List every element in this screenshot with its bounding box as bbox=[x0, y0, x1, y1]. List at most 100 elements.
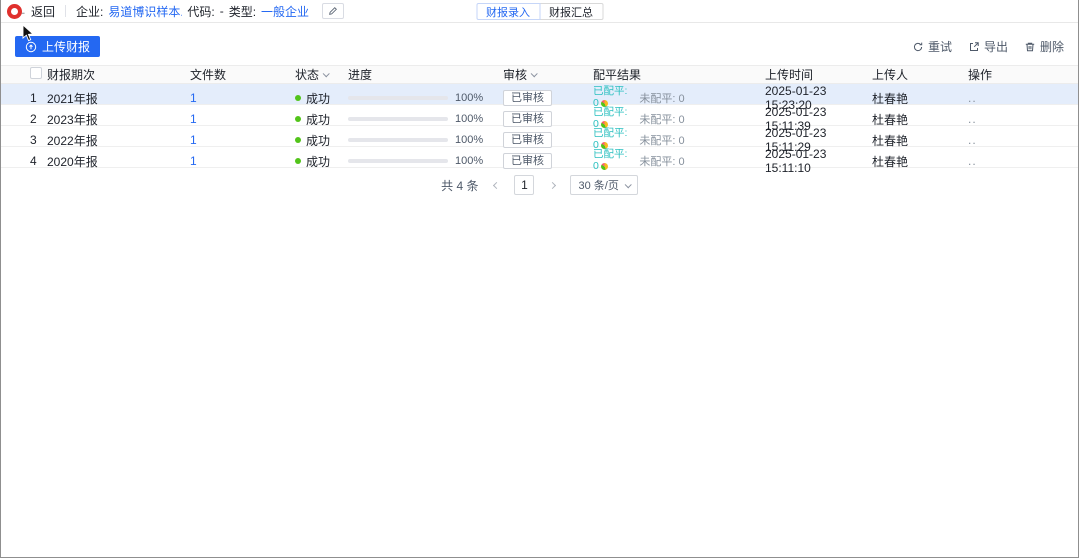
table-row[interactable]: 1 2021年报 1 成功 100% 已审核 已配平: 0 未配平: 0 202… bbox=[1, 84, 1078, 105]
progress-cell: 100% bbox=[348, 113, 503, 125]
tab-report-summary[interactable]: 财报汇总 bbox=[539, 3, 603, 20]
balanced-label: 已配平: bbox=[593, 127, 627, 139]
files-count-link[interactable]: 1 bbox=[190, 91, 197, 105]
col-progress: 进度 bbox=[348, 66, 503, 83]
col-uploader: 上传人 bbox=[872, 66, 968, 83]
row-index: 3 bbox=[11, 133, 47, 147]
audit-badge: 已审核 bbox=[503, 90, 552, 106]
unbalanced-block: 未配平: 0 bbox=[639, 90, 684, 106]
chevron-down-icon[interactable] bbox=[531, 70, 538, 77]
audit-badge: 已审核 bbox=[503, 111, 552, 127]
pagination: 共 4 条 1 30 条/页 bbox=[1, 175, 1078, 195]
col-op: 操作 bbox=[968, 66, 1068, 83]
unbalanced-label: 未配平: bbox=[639, 156, 675, 168]
col-files: 文件数 bbox=[190, 66, 295, 83]
mouse-cursor-icon bbox=[22, 24, 34, 42]
edit-company-button[interactable] bbox=[322, 3, 344, 19]
unbalanced-value: 0 bbox=[679, 114, 685, 126]
status-label: 成功 bbox=[306, 153, 330, 170]
balance-icon bbox=[601, 163, 608, 170]
success-dot-icon bbox=[295, 116, 301, 122]
view-tabs: 财报录入 财报汇总 bbox=[476, 3, 603, 20]
company-meta: 企业: 易道博识样本... 代码: - 类型: 一般企业 bbox=[76, 3, 344, 20]
status-cell: 成功 bbox=[295, 153, 348, 170]
row-actions-button[interactable]: .. bbox=[968, 112, 1068, 126]
balanced-value: 0 bbox=[593, 161, 599, 173]
page-size-value: 30 条/页 bbox=[578, 177, 618, 193]
period-cell: 2020年报 bbox=[47, 153, 190, 170]
success-dot-icon bbox=[295, 158, 301, 164]
row-actions-button[interactable]: .. bbox=[968, 154, 1068, 168]
progress-label: 100% bbox=[455, 155, 483, 167]
col-status-label: 状态 bbox=[295, 66, 319, 83]
export-button[interactable]: 导出 bbox=[968, 38, 1008, 55]
row-actions-button[interactable]: .. bbox=[968, 133, 1068, 147]
export-icon bbox=[968, 41, 980, 53]
retry-label: 重试 bbox=[928, 38, 952, 55]
col-audit-label: 审核 bbox=[503, 66, 527, 83]
balanced-label: 已配平: bbox=[593, 106, 627, 118]
company-name-link[interactable]: 易道博识样本... bbox=[108, 3, 182, 20]
recording-indicator bbox=[7, 4, 22, 19]
type-value-link[interactable]: 一般企业 bbox=[261, 3, 309, 20]
col-status: 状态 bbox=[295, 66, 348, 83]
audit-badge: 已审核 bbox=[503, 132, 552, 148]
balanced-label: 已配平: bbox=[593, 148, 627, 160]
table-header-row: 财报期次 文件数 状态 进度 审核 配平结果 上传时间 上传人 操作 bbox=[1, 65, 1078, 84]
total-count: 共 4 条 bbox=[441, 177, 478, 194]
table-row[interactable]: 4 2020年报 1 成功 100% 已审核 已配平: 0 未配平: 0 202… bbox=[1, 147, 1078, 168]
unbalanced-label: 未配平: bbox=[639, 114, 675, 126]
row-index: 2 bbox=[11, 112, 47, 126]
col-time: 上传时间 bbox=[765, 66, 872, 83]
current-page-button[interactable]: 1 bbox=[514, 175, 534, 195]
files-count-link[interactable]: 1 bbox=[190, 154, 197, 168]
uploader-name: 杜春艳 bbox=[872, 90, 968, 107]
chevron-down-icon bbox=[625, 181, 632, 188]
select-all-checkbox[interactable] bbox=[30, 67, 42, 79]
status-cell: 成功 bbox=[295, 90, 348, 107]
chevron-left-icon bbox=[493, 181, 500, 188]
success-dot-icon bbox=[295, 137, 301, 143]
table-row[interactable]: 3 2022年报 1 成功 100% 已审核 已配平: 0 未配平: 0 202… bbox=[1, 126, 1078, 147]
success-dot-icon bbox=[295, 95, 301, 101]
progress-cell: 100% bbox=[348, 134, 503, 146]
prev-page-button[interactable] bbox=[487, 176, 505, 194]
audit-badge: 已审核 bbox=[503, 153, 552, 169]
retry-button[interactable]: 重试 bbox=[912, 38, 952, 55]
unbalanced-block: 未配平: 0 bbox=[639, 132, 684, 148]
balanced-block: 已配平: 0 bbox=[593, 149, 627, 172]
chevron-right-icon bbox=[549, 181, 556, 188]
chevron-down-icon[interactable] bbox=[323, 70, 330, 77]
period-cell: 2021年报 bbox=[47, 90, 190, 107]
progress-label: 100% bbox=[455, 113, 483, 125]
row-actions-button[interactable]: .. bbox=[968, 91, 1068, 105]
unbalanced-value: 0 bbox=[679, 93, 685, 105]
export-label: 导出 bbox=[984, 38, 1008, 55]
col-balance: 配平结果 bbox=[593, 66, 765, 83]
upload-label: 上传财报 bbox=[42, 38, 90, 55]
upload-time: 2025-01-23 15:11:10 bbox=[765, 147, 872, 175]
col-audit: 审核 bbox=[503, 66, 593, 83]
progress-bar bbox=[348, 138, 448, 142]
app-window: ← 返回 企业: 易道博识样本... 代码: - 类型: 一般企业 财报录入 财… bbox=[0, 0, 1079, 558]
refresh-icon bbox=[912, 41, 924, 53]
table-row[interactable]: 2 2023年报 1 成功 100% 已审核 已配平: 0 未配平: 0 202… bbox=[1, 105, 1078, 126]
uploader-name: 杜春艳 bbox=[872, 111, 968, 128]
unbalanced-value: 0 bbox=[679, 156, 685, 168]
delete-button[interactable]: 删除 bbox=[1024, 38, 1064, 55]
unbalanced-label: 未配平: bbox=[639, 93, 675, 105]
period-cell: 2022年报 bbox=[47, 132, 190, 149]
company-label: 企业: bbox=[76, 3, 103, 20]
uploader-name: 杜春艳 bbox=[872, 132, 968, 149]
files-count-link[interactable]: 1 bbox=[190, 112, 197, 126]
back-label: 返回 bbox=[31, 3, 55, 20]
status-label: 成功 bbox=[306, 111, 330, 128]
status-cell: 成功 bbox=[295, 132, 348, 149]
tab-report-entry[interactable]: 财报录入 bbox=[476, 3, 540, 20]
next-page-button[interactable] bbox=[543, 176, 561, 194]
files-count-link[interactable]: 1 bbox=[190, 133, 197, 147]
page-size-select[interactable]: 30 条/页 bbox=[570, 175, 637, 195]
unbalanced-value: 0 bbox=[679, 135, 685, 147]
status-cell: 成功 bbox=[295, 111, 348, 128]
progress-cell: 100% bbox=[348, 92, 503, 104]
